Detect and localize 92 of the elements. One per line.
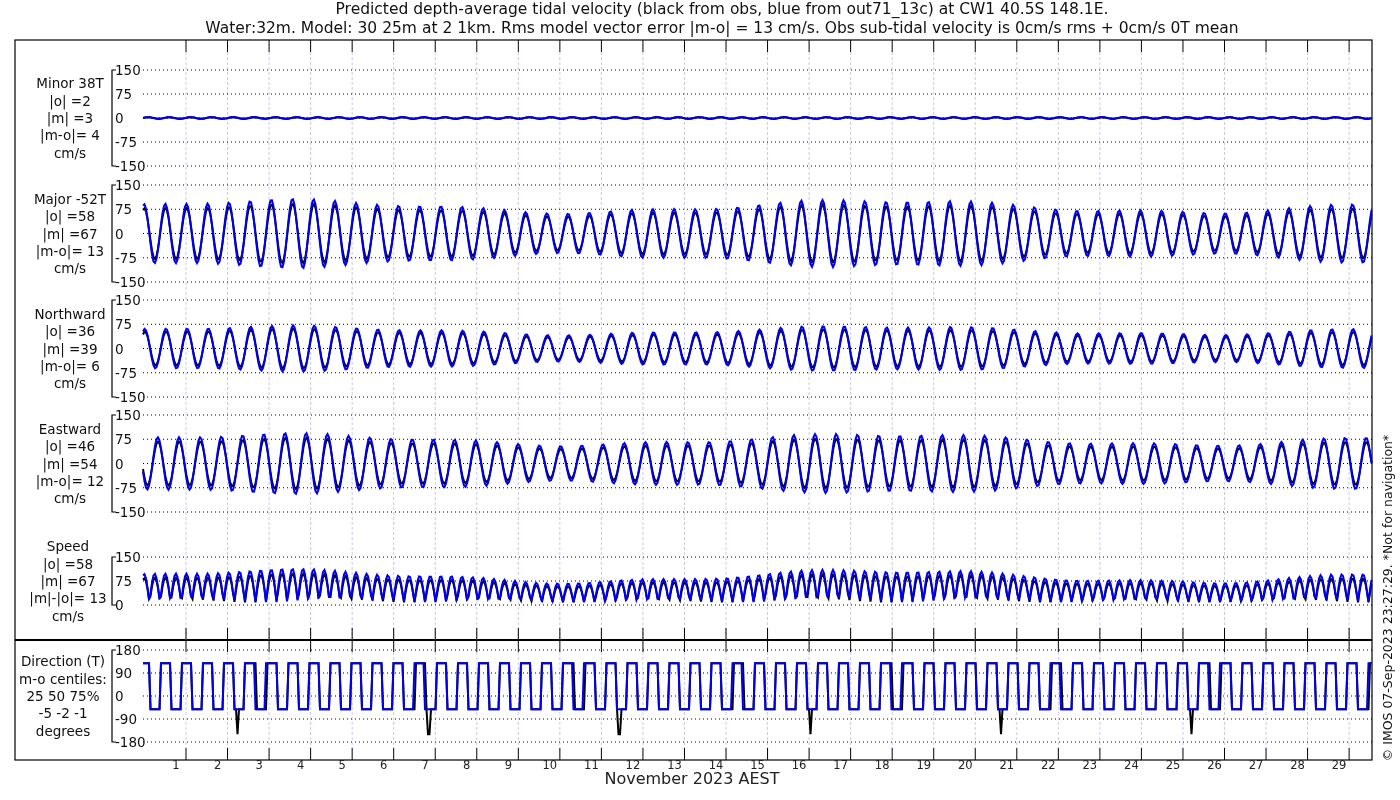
x-tick-label: 25 <box>1165 758 1181 772</box>
y-tick-label: 75 <box>115 573 133 589</box>
panel-label: |o| =46 <box>44 438 96 455</box>
x-tick-label: 4 <box>296 758 305 772</box>
panel-label: Major -52T <box>33 190 107 207</box>
panel-label: |m| =3 <box>46 110 94 126</box>
panel-label: |m-o|= 4 <box>40 127 100 144</box>
y-tick-label: 0 <box>115 597 124 613</box>
panel-label: Northward <box>34 305 106 322</box>
x-tick-label: 10 <box>542 758 558 772</box>
panel-label: m-o centiles: <box>19 670 107 687</box>
panel-label: |o| =58 <box>42 555 94 572</box>
panel-label: |o| =36 <box>44 323 96 340</box>
y-tick-label: 75 <box>115 316 133 333</box>
x-tick-label: 11 <box>584 758 599 772</box>
y-tick-label: -180 <box>115 734 146 750</box>
panel-label: |m| =54 <box>42 455 98 472</box>
x-tick-label: 15 <box>750 758 765 772</box>
panel-label: 25 50 75% <box>26 688 100 704</box>
chart-title: Water:32m. Model: 30 25m at 2 1km. Rms model vector error |m-o| = 13 cm/s. Obs sub-tidal velocity is 0cm/s rms + 0cm/s 0T mean <box>205 19 1239 37</box>
y-tick-label: -75 <box>115 364 138 381</box>
x-tick-label: 16 <box>791 758 807 772</box>
y-tick-label: 90 <box>115 665 133 681</box>
y-tick-label: 0 <box>115 110 124 126</box>
panel-label: |m-o|= 13 <box>35 242 105 259</box>
chart-title: Predicted depth-average tidal velocity (black from obs, blue from out71_13c) at CW1 40.5S 148.1E. <box>335 0 1109 18</box>
x-tick-label: 22 <box>1041 758 1056 772</box>
panel-label: Minor 38T <box>36 75 104 92</box>
y-tick-label: 150 <box>115 177 141 193</box>
panel-label: cm/s <box>51 607 85 624</box>
panel-label: |m| =39 <box>42 340 98 357</box>
panel-label: Speed <box>46 538 90 555</box>
x-tick-label: 7 <box>421 758 429 772</box>
y-tick-label: 150 <box>115 292 141 308</box>
x-tick-label: 21 <box>999 758 1015 772</box>
x-tick-label: 23 <box>1082 758 1098 772</box>
y-tick-label: 0 <box>115 340 124 357</box>
x-tick-label: 24 <box>1124 758 1139 772</box>
panel-label: |m| =67 <box>42 225 98 242</box>
x-tick-label: 9 <box>504 758 512 772</box>
x-tick-label: 8 <box>463 758 471 772</box>
panel-label: |o| =58 <box>44 208 96 225</box>
panel-label: |m-o|= 12 <box>35 472 105 489</box>
panel-label: cm/s <box>53 144 87 161</box>
panel-label: |m| =67 <box>40 573 96 589</box>
x-tick-label: 14 <box>708 758 724 772</box>
y-tick-label: -75 <box>115 134 138 150</box>
panel-label: |m|-|o|= 13 <box>29 590 107 607</box>
x-tick-label: 3 <box>255 758 263 772</box>
y-tick-label: 75 <box>115 86 133 102</box>
panel-label: -5 -2 -1 <box>38 705 88 722</box>
y-tick-label: -90 <box>115 711 138 727</box>
y-tick-label: -75 <box>115 479 138 496</box>
y-axis <box>111 556 117 606</box>
x-tick-label: 18 <box>874 758 890 772</box>
x-tick-label: 26 <box>1207 758 1222 772</box>
y-tick-label: -150 <box>115 158 146 174</box>
panel-label: cm/s <box>53 375 87 392</box>
x-tick-label: 19 <box>916 758 932 772</box>
x-tick-label: 17 <box>833 758 848 772</box>
panel-label: |m-o|= 6 <box>40 357 100 374</box>
y-tick-label: 150 <box>115 62 141 78</box>
x-tick-label: 2 <box>213 758 222 772</box>
y-tick-label: 75 <box>115 431 133 448</box>
y-tick-label: -150 <box>115 504 146 520</box>
x-axis-label: November 2023 AEST <box>604 769 780 788</box>
panel-label: cm/s <box>53 490 87 507</box>
y-tick-label: -75 <box>115 249 138 266</box>
x-tick-label: 27 <box>1248 758 1264 772</box>
panel-label: |o| =2 <box>49 92 91 109</box>
y-tick-label: 0 <box>115 688 124 704</box>
panel-label: Eastward <box>38 420 102 437</box>
panel-label: degrees <box>35 722 91 739</box>
x-tick-label: 5 <box>338 758 346 772</box>
y-tick-label: 180 <box>115 642 141 658</box>
x-tick-label: 20 <box>957 758 973 772</box>
y-tick-label: 150 <box>115 407 141 423</box>
panel-label: Direction (T) <box>20 653 106 670</box>
copyright-note: © IMOS 07-Sep-2023 23:27:29. *Not for navigation* <box>1380 434 1395 762</box>
x-tick-label: 28 <box>1290 758 1305 772</box>
y-tick-label: 0 <box>115 455 124 472</box>
y-tick-label: -150 <box>115 389 146 405</box>
x-tick-label: 13 <box>667 758 682 772</box>
panel-label: cm/s <box>53 260 87 277</box>
y-tick-label: 75 <box>115 201 133 218</box>
x-tick-label: 1 <box>172 758 180 772</box>
x-tick-label: 12 <box>625 758 641 772</box>
y-tick-label: -150 <box>115 274 146 290</box>
y-tick-label: 150 <box>115 549 141 565</box>
x-tick-label: 29 <box>1331 758 1347 772</box>
x-tick-label: 6 <box>380 758 388 772</box>
y-tick-label: 0 <box>115 225 124 242</box>
